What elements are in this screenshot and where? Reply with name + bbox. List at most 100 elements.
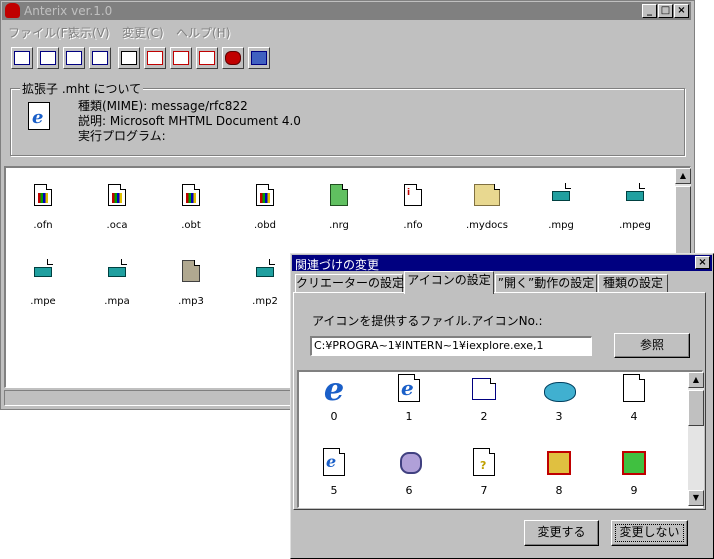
menu-help[interactable]: ヘルプ(H) <box>176 24 230 41</box>
file-type-item[interactable]: .obt <box>156 184 226 244</box>
icon-index-label: 4 <box>630 410 638 423</box>
file-type-label: .mpa <box>104 296 130 307</box>
icon-choice-item[interactable]: 6 <box>389 448 429 498</box>
icon-choice-item[interactable]: 4 <box>614 374 654 424</box>
tab-creator[interactable]: クリエーターの設定 <box>295 274 404 292</box>
info-legend: 拡張子 .mht について <box>20 80 144 97</box>
icon-index-label: 5 <box>330 484 338 497</box>
help-doc-icon: ? <box>469 448 499 480</box>
certificate-check-icon <box>619 448 649 480</box>
file-type-item[interactable]: .mpe <box>8 259 78 320</box>
anterix-button[interactable] <box>222 47 244 69</box>
exit-button[interactable] <box>248 47 270 69</box>
doc-flag-icon <box>108 184 126 206</box>
web-page-icon <box>619 374 649 406</box>
mp3-icon <box>182 260 200 282</box>
tab-type[interactable]: 種類の設定 <box>598 274 668 292</box>
icon-choice-item[interactable]: 3 <box>539 374 579 424</box>
file-type-label: .mpeg <box>619 220 651 231</box>
file-type-label: .mp3 <box>178 296 204 307</box>
new-button[interactable] <box>170 47 192 69</box>
window-title: Anterix ver.1.0 <box>24 4 113 18</box>
apply-button[interactable]: 変更する <box>524 520 599 546</box>
main-title-bar[interactable]: Anterix ver.1.0 _ □ × <box>2 2 691 20</box>
copy-button[interactable] <box>118 47 140 69</box>
magnifier-icon <box>394 448 424 480</box>
dialog-close-button[interactable]: × <box>695 256 710 269</box>
icon-choice-item[interactable]: 8 <box>539 448 579 498</box>
description-value: Microsoft MHTML Document 4.0 <box>109 114 301 128</box>
exit-door-icon <box>251 51 267 65</box>
icon-choice-item[interactable]: e5 <box>314 448 354 498</box>
details-view-button[interactable] <box>89 47 111 69</box>
icon-scroll-up-button[interactable]: ▲ <box>688 372 704 388</box>
video-icon <box>108 259 127 282</box>
delete-doc-icon <box>199 51 215 65</box>
large-icons-button[interactable] <box>11 47 33 69</box>
file-type-item[interactable]: .mpa <box>82 259 152 320</box>
folder-icon <box>474 184 500 206</box>
icon-choice-item[interactable]: e0 <box>314 370 354 424</box>
info-doc-icon: i <box>404 184 422 206</box>
anterix-icon <box>225 51 241 65</box>
icon-choice-item[interactable]: 9 <box>614 448 654 498</box>
large-icons-icon <box>14 51 30 65</box>
cancel-button[interactable]: 変更しない <box>611 520 688 546</box>
icon-file-input[interactable]: C:¥PROGRA~1¥INTERN~1¥iexplore.exe,1 <box>310 336 592 356</box>
small-icons-button[interactable] <box>37 47 59 69</box>
icon-index-label: 7 <box>480 484 488 497</box>
open-button[interactable] <box>144 47 166 69</box>
file-type-label: .ofn <box>33 220 53 231</box>
video-icon <box>256 259 275 282</box>
program-line: 実行プログラム: <box>78 127 166 144</box>
icon-scroll-down-button[interactable]: ▼ <box>688 490 704 506</box>
menu-view[interactable]: 表示(V) <box>68 24 110 41</box>
icon-choice-item[interactable]: e1 <box>389 374 429 424</box>
ie-document-icon: e <box>394 374 424 406</box>
file-type-label: .oca <box>106 220 128 231</box>
certificate-icon <box>544 448 574 480</box>
ie-logo-icon: e <box>323 370 345 408</box>
file-type-item[interactable]: .ofn <box>8 184 78 244</box>
file-type-item[interactable]: .oca <box>82 184 152 244</box>
file-type-label: .obt <box>181 220 201 231</box>
file-type-item[interactable]: i .nfo <box>378 184 448 244</box>
menu-bar: ファイル(F) 表示(V) 変更(C) ヘルプ(H) <box>2 22 691 40</box>
file-type-item[interactable]: .obd <box>230 184 300 244</box>
menu-change[interactable]: 変更(C) <box>122 24 164 41</box>
close-button[interactable]: × <box>674 4 689 18</box>
file-type-item[interactable]: .mydocs <box>452 184 522 244</box>
minimize-button[interactable]: _ <box>642 4 657 18</box>
maximize-button[interactable]: □ <box>658 4 673 18</box>
list-icon <box>66 51 82 65</box>
file-type-label: .mydocs <box>465 220 508 231</box>
tab-open-action[interactable]: ”開く”動作の設定 <box>495 274 597 292</box>
description-label: 説明: <box>78 114 107 128</box>
open-icon <box>147 51 163 65</box>
browse-button[interactable]: 参照 <box>614 333 690 358</box>
list-view-button[interactable] <box>63 47 85 69</box>
scroll-up-button[interactable]: ▲ <box>675 168 691 184</box>
file-type-label: .nfo <box>403 220 423 231</box>
file-type-item[interactable]: .nrg <box>304 184 374 244</box>
file-type-item[interactable]: .mpg <box>526 183 596 244</box>
icon-index-label: 8 <box>555 484 563 497</box>
file-type-item[interactable]: .mp3 <box>156 260 226 320</box>
icon-file-label: アイコンを提供するファイル.アイコンNo.: <box>312 314 543 328</box>
icon-choice-item[interactable]: ? 7 <box>464 448 504 498</box>
window-icon <box>469 374 499 406</box>
mime-value: message/rfc822 <box>151 99 248 113</box>
icon-index-label: 1 <box>405 410 413 423</box>
icon-scroll-thumb[interactable] <box>688 390 704 426</box>
menu-file[interactable]: ファイル(F) <box>8 24 72 41</box>
tab-icon[interactable]: アイコンの設定 <box>404 271 494 294</box>
delete-button[interactable] <box>196 47 218 69</box>
small-icons-icon <box>40 51 56 65</box>
icon-list-scrollbar[interactable]: ▲ ▼ <box>688 372 704 506</box>
file-type-item[interactable]: .mpeg <box>600 183 670 244</box>
file-type-label: .mpe <box>30 296 56 307</box>
dialog-title-bar[interactable]: 関連づけの変更 × <box>292 255 712 272</box>
program-label: 実行プログラム: <box>78 129 166 143</box>
icon-choice-item[interactable]: 2 <box>464 374 504 424</box>
disk-drive-icon <box>544 374 576 406</box>
